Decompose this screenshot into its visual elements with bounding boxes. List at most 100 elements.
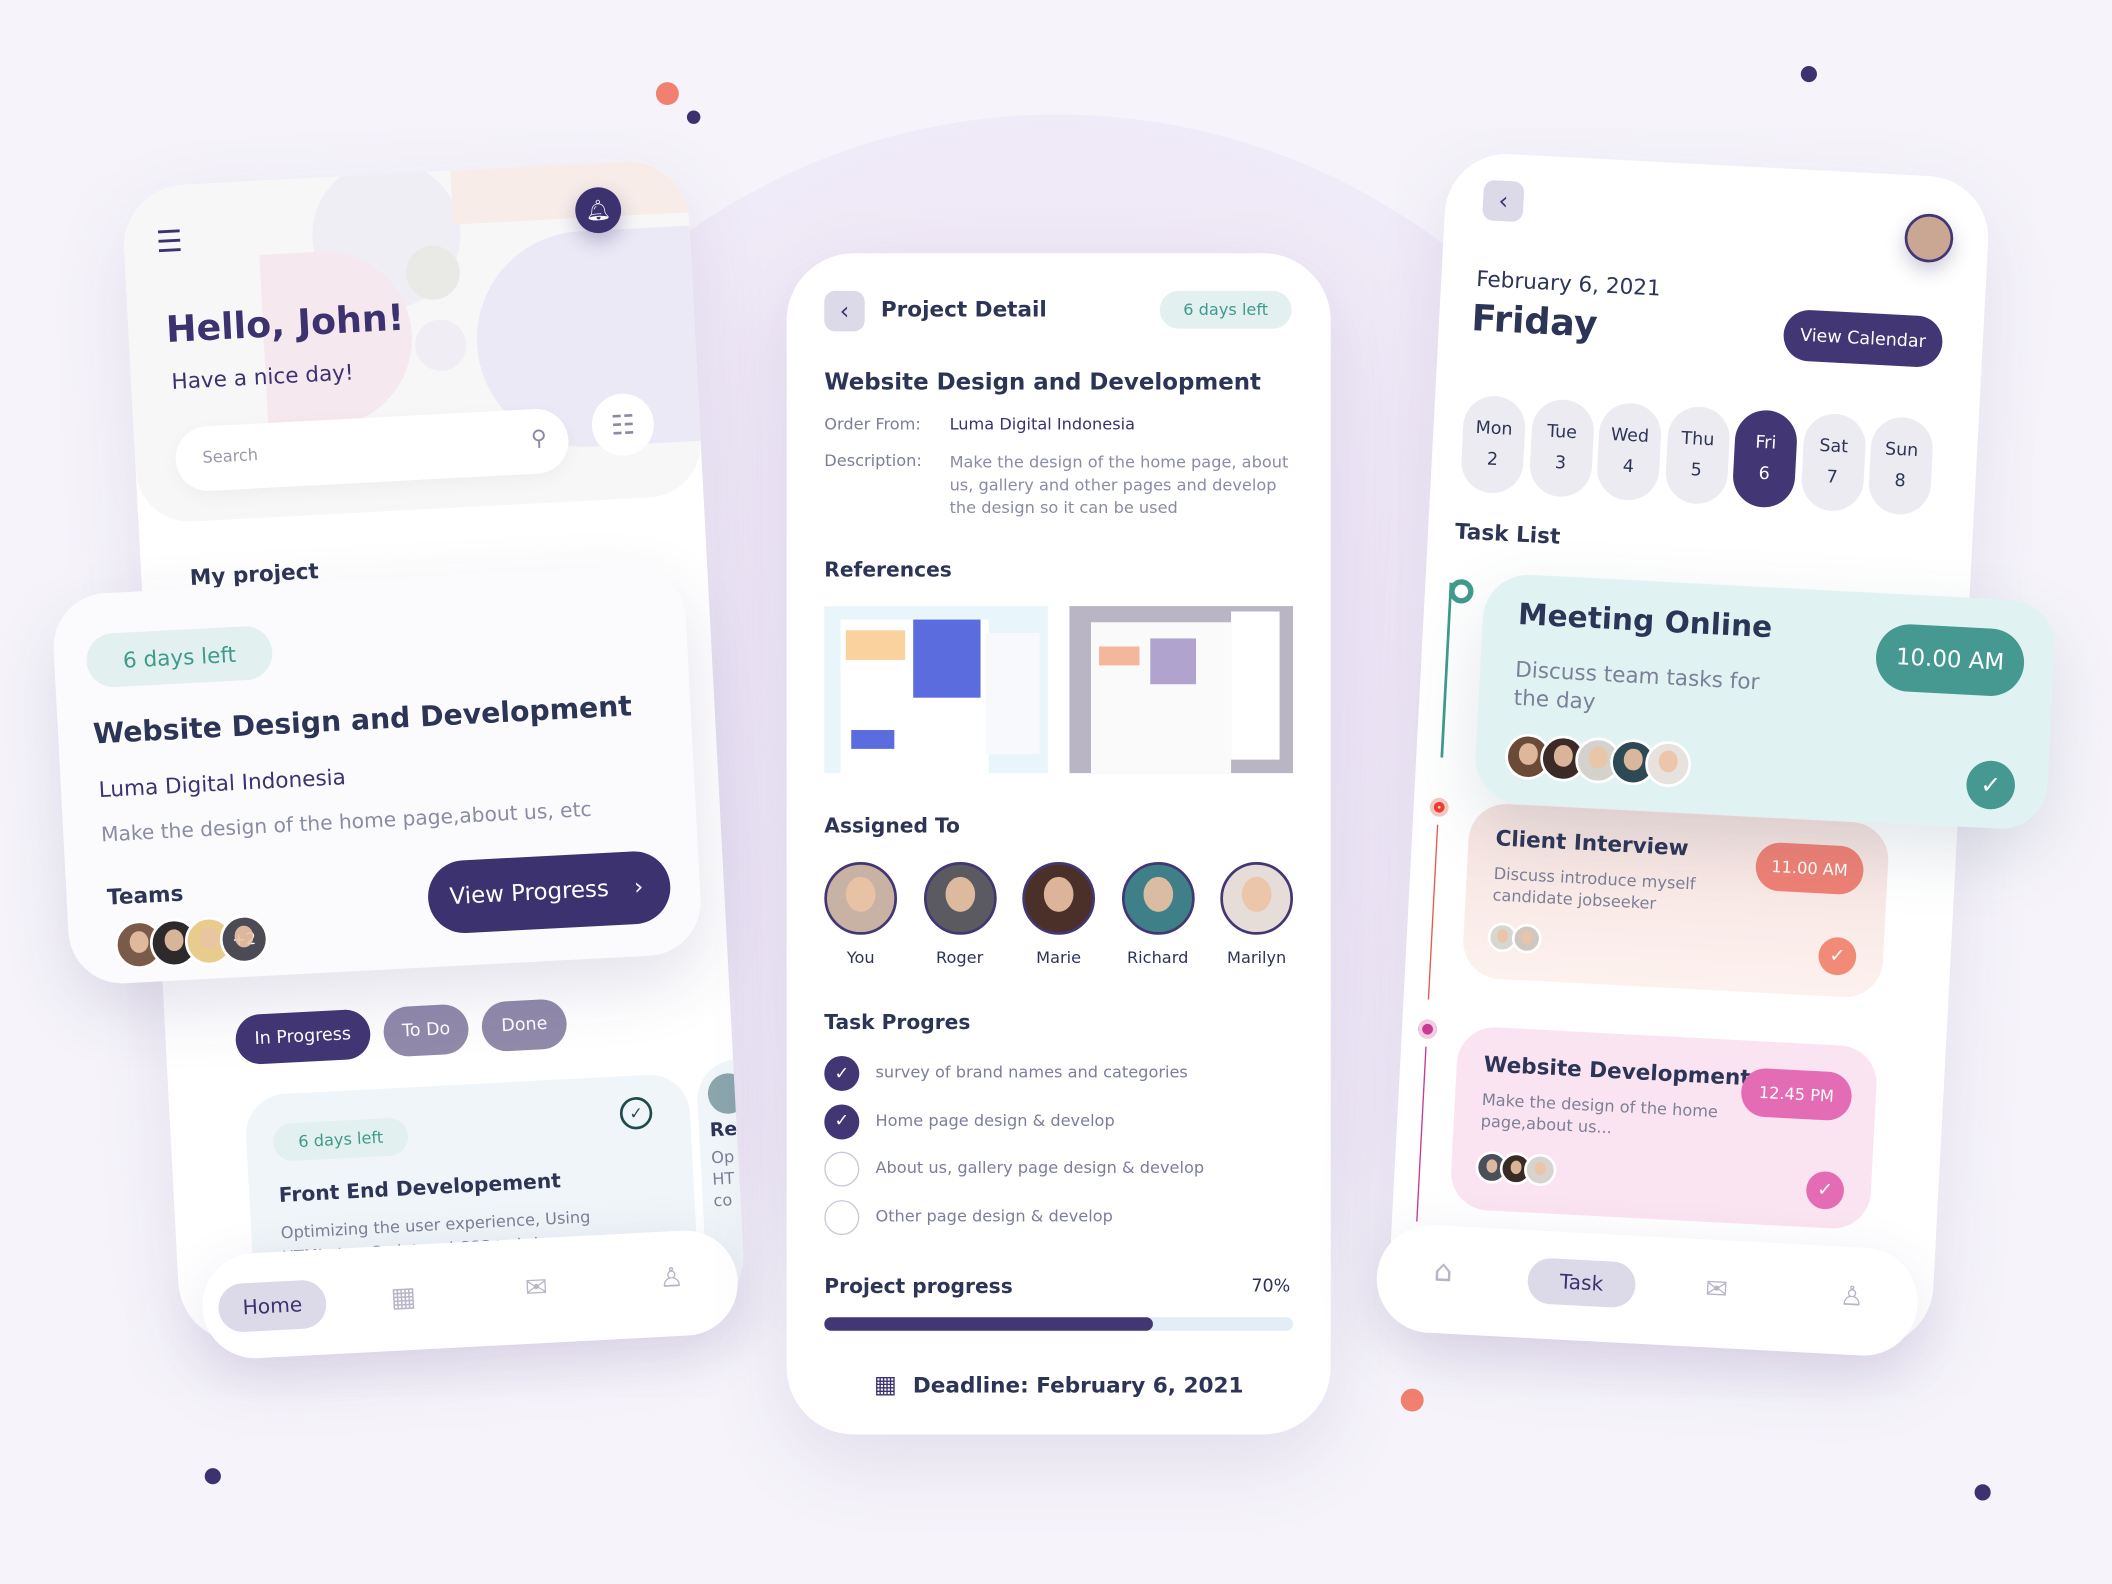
decor-dot — [1800, 65, 1817, 83]
timeline-dot — [1429, 797, 1450, 818]
calendar-icon: ▦ — [873, 1371, 897, 1400]
task-title: Client Interview — [1494, 825, 1690, 861]
day-pill-fri[interactable]: Fri 6 — [1731, 408, 1799, 509]
view-progress-button[interactable]: View Progress › — [426, 849, 673, 935]
view-calendar-button[interactable]: View Calendar — [1782, 308, 1944, 369]
task-label: Other page design & develop — [875, 1206, 1113, 1226]
decor-dot — [655, 82, 679, 106]
task-card-meeting-online[interactable]: Meeting Online Discuss team tasks for th… — [1448, 572, 2057, 832]
task-title: Front End Developement — [278, 1168, 562, 1208]
task-card-website-development[interactable]: Website Development Make the design of t… — [1449, 1025, 1879, 1231]
nav-task[interactable]: Task — [1526, 1257, 1637, 1309]
task-card-client-interview[interactable]: Client Interview Discuss introduce mysel… — [1461, 802, 1891, 1000]
assignee-avatar[interactable] — [1121, 862, 1195, 935]
teams-label: Teams — [106, 880, 184, 910]
home-icon[interactable]: ⌂ — [1433, 1255, 1454, 1290]
menu-icon[interactable]: ☰ — [155, 225, 183, 260]
button-label: View Progress — [448, 875, 610, 911]
check-icon[interactable]: ✓ — [1817, 936, 1858, 977]
reference-image[interactable] — [824, 606, 1048, 774]
decor-dot — [686, 110, 701, 124]
mail-icon[interactable]: ✉ — [1705, 1272, 1729, 1305]
calendar-icon[interactable]: ▦ — [390, 1280, 417, 1314]
assignee-name: Marie — [1036, 948, 1082, 968]
check-icon[interactable]: ✓ — [1805, 1170, 1845, 1211]
search-placeholder: Search — [201, 445, 259, 467]
back-button[interactable]: ‹ — [824, 290, 865, 332]
task-title: Re — [709, 1118, 738, 1142]
project-detail-screen: ‹ Project Detail 6 days left Website Des… — [786, 253, 1331, 1435]
task-description: Discuss team tasks for the day — [1513, 656, 1761, 715]
task-title: Meeting Online — [1517, 598, 1774, 646]
current-day: Friday — [1470, 297, 1599, 347]
task-label: survey of brand names and categories — [875, 1062, 1188, 1082]
day-number: 4 — [1622, 456, 1635, 478]
timeline-line — [1416, 1046, 1427, 1222]
reference-image[interactable] — [1069, 606, 1294, 774]
progress-bar — [824, 1317, 1294, 1331]
task-description: Make the design of the home page,about u… — [1480, 1090, 1719, 1138]
assignee-avatar[interactable] — [824, 862, 898, 935]
days-left-badge: 6 days left — [272, 1117, 409, 1162]
tab-in-progress[interactable]: In Progress — [234, 1008, 372, 1066]
decor-dot — [204, 1468, 221, 1485]
checked-checkbox[interactable]: ✓ — [824, 1055, 860, 1091]
user-icon[interactable]: ♙ — [659, 1260, 685, 1294]
unchecked-checkbox[interactable] — [824, 1151, 860, 1187]
mail-icon[interactable]: ✉ — [524, 1270, 548, 1303]
assignee-avatar[interactable] — [923, 862, 997, 935]
task-title: Website Development — [1483, 1051, 1752, 1091]
assigned-title: Assigned To — [824, 813, 960, 838]
day-pill-wed[interactable]: Wed 4 — [1595, 401, 1663, 502]
team-avatars: +2 — [113, 913, 292, 973]
assignee-avatar[interactable] — [1220, 862, 1294, 935]
decor-dot — [1974, 1484, 1991, 1501]
day-number: 8 — [1893, 471, 1907, 492]
day-pill-thu[interactable]: Thu 5 — [1663, 405, 1731, 506]
day-number: 5 — [1690, 460, 1703, 482]
day-pill-sun[interactable]: Sun 8 — [1867, 415, 1935, 516]
featured-project-card[interactable]: 6 days left Website Design and Developme… — [50, 562, 704, 987]
assignee-name: Marilyn — [1227, 948, 1287, 968]
decor-dot — [1400, 1388, 1424, 1412]
project-title: Website Design and Development — [92, 689, 633, 751]
unchecked-checkbox[interactable] — [824, 1199, 860, 1235]
days-left-badge: 6 days left — [85, 624, 274, 689]
project-description: Make the design of the home page,about u… — [100, 796, 593, 847]
timeline-line — [1440, 582, 1453, 758]
project-title: Website Design and Development — [824, 369, 1261, 396]
assignee-name: You — [846, 948, 875, 968]
order-value: Luma Digital Indonesia — [949, 414, 1136, 434]
tab-done[interactable]: Done — [481, 998, 568, 1053]
day-pill-mon[interactable]: Mon 2 — [1459, 394, 1527, 495]
search-icon[interactable]: ⚲ — [530, 425, 547, 451]
description-label: Description: — [824, 451, 922, 471]
project-progress-label: Project progress — [824, 1274, 1013, 1299]
deadline: ▦ Deadline: February 6, 2021 — [787, 1371, 1331, 1399]
task-list-title: Task List — [1454, 518, 1561, 550]
user-icon[interactable]: ♙ — [1839, 1279, 1865, 1313]
checked-checkbox[interactable]: ✓ — [824, 1103, 860, 1139]
task-label: Home page design & develop — [875, 1110, 1115, 1130]
day-name: Mon — [1475, 418, 1514, 441]
tab-to-do[interactable]: To Do — [381, 1003, 471, 1058]
timeline-line — [1427, 824, 1439, 1000]
nav-home[interactable]: Home — [217, 1279, 328, 1334]
day-pill-sat[interactable]: Sat 7 — [1799, 412, 1867, 513]
assignee-avatar[interactable] — [1022, 862, 1096, 935]
status-tabs: In Progress To Do Done — [234, 998, 568, 1066]
current-date: February 6, 2021 — [1475, 265, 1662, 301]
task-description: Discuss introduce myself candidate jobse… — [1492, 864, 1696, 914]
day-pill-tue[interactable]: Tue 3 — [1527, 398, 1595, 499]
time-badge: 10.00 AM — [1874, 622, 2026, 698]
days-left-badge: 6 days left — [1159, 290, 1292, 329]
check-icon[interactable]: ✓ — [1965, 759, 2017, 811]
progress-bar-fill — [824, 1317, 1153, 1331]
back-button[interactable]: ‹ — [1482, 179, 1525, 223]
profile-avatar[interactable] — [1903, 212, 1955, 264]
task-progress-title: Task Progres — [824, 1010, 971, 1035]
check-circle-icon[interactable]: ✓ — [619, 1096, 654, 1131]
avatar — [1511, 923, 1543, 955]
timeline-dot — [1417, 1019, 1438, 1040]
project-client: Luma Digital Indonesia — [98, 764, 347, 803]
